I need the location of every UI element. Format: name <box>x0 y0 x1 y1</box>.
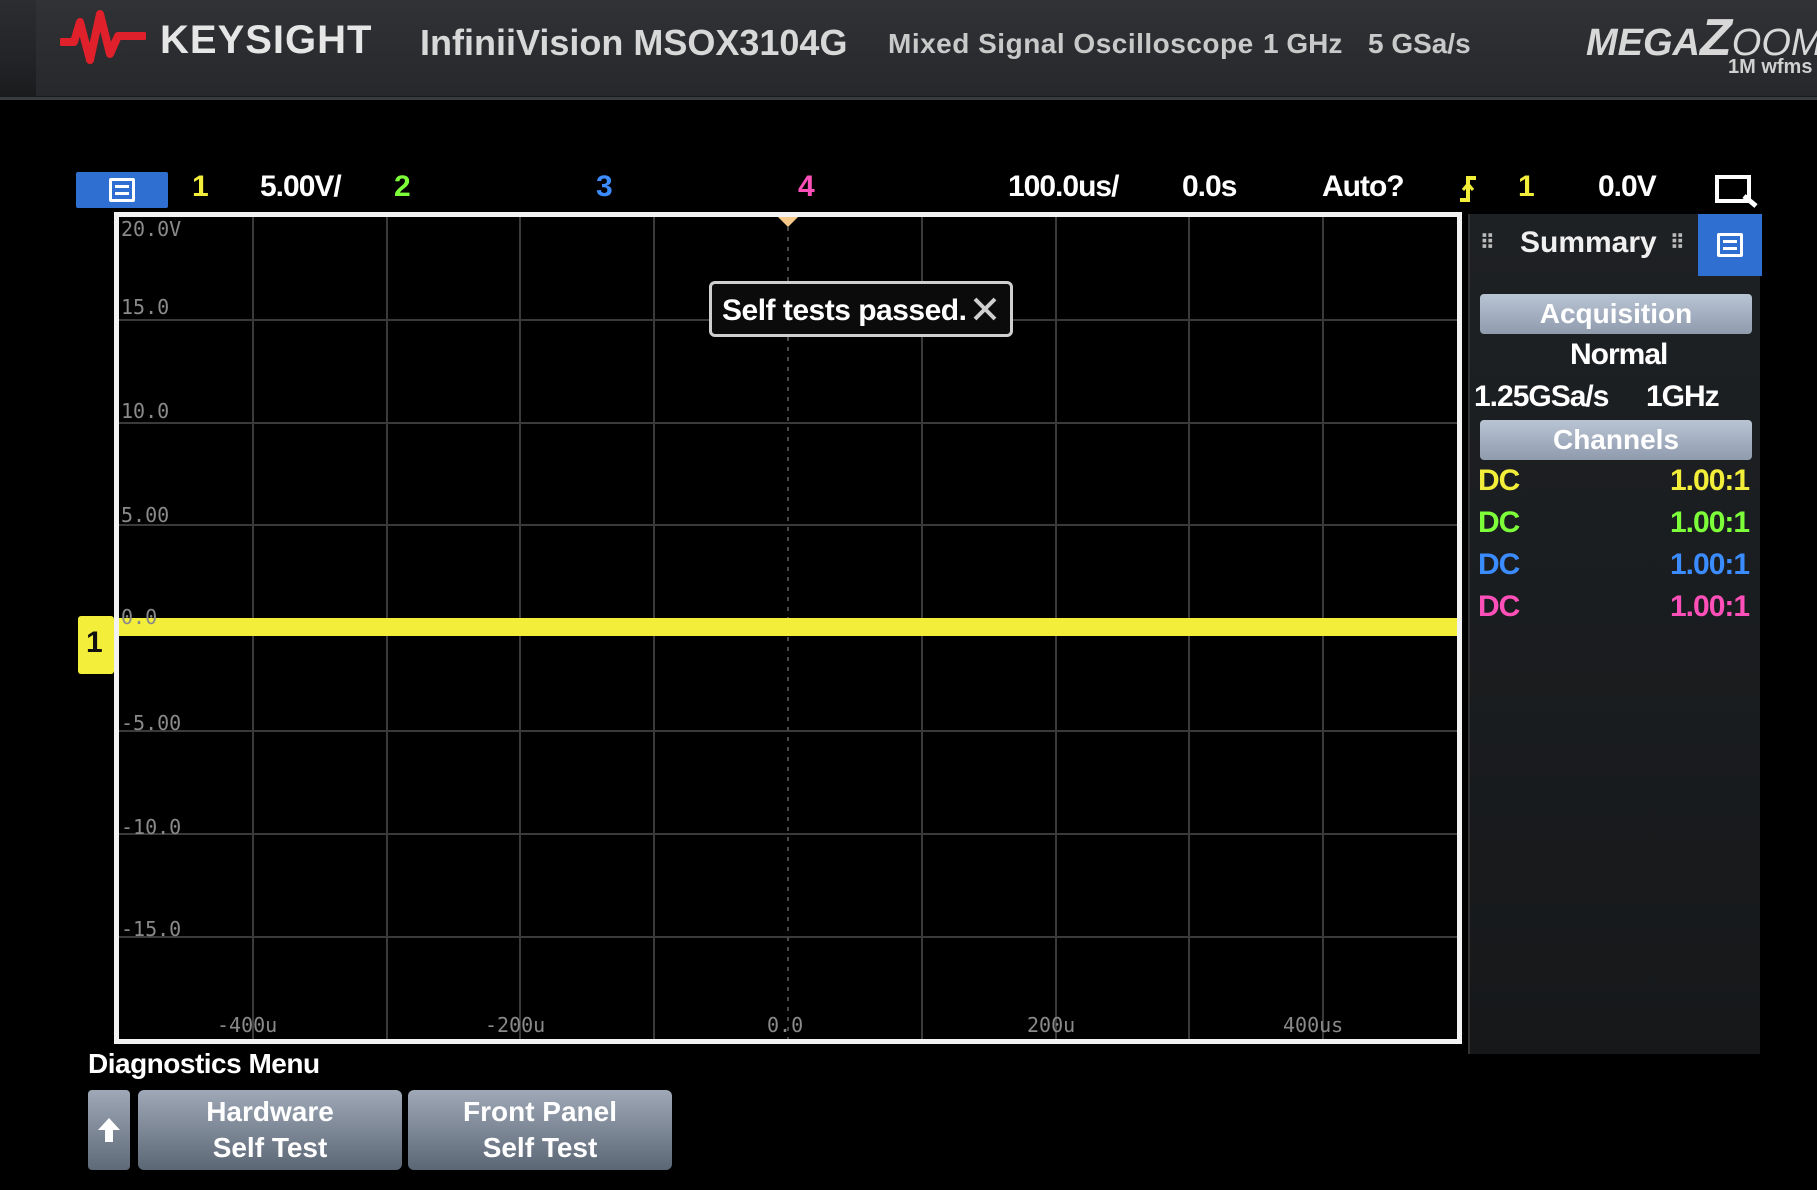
menu-up-button[interactable] <box>88 1090 130 1170</box>
trigger-level[interactable]: 0.0V <box>1598 170 1657 204</box>
acquisition-bandwidth: 1GHz <box>1646 380 1720 413</box>
acquisition-section[interactable]: Acquisition <box>1480 294 1752 334</box>
channel-4-label[interactable]: 4 <box>798 170 815 204</box>
megazoom-text: MEGA <box>1586 22 1700 64</box>
acquisition-mode: Normal <box>1570 338 1668 371</box>
model-name: InfiniiVision MSOX3104G <box>420 22 848 63</box>
zoom-icon[interactable] <box>1714 174 1758 208</box>
keysight-logo-icon <box>60 10 146 64</box>
up-arrow-icon <box>98 1118 120 1142</box>
model-description: Mixed Signal Oscilloscope <box>888 28 1254 59</box>
menu-icon <box>1717 233 1743 257</box>
megazoom-sub: 1M wfms <box>1728 56 1813 78</box>
hardware-self-test-line1: Hardware <box>206 1096 334 1127</box>
front-panel-self-test-line1: Front Panel <box>462 1096 617 1127</box>
front-panel-self-test-button[interactable]: Front Panel Self Test <box>408 1090 672 1170</box>
y-label: 0.0 <box>121 605 158 629</box>
main-menu-button[interactable] <box>76 172 168 208</box>
menu-icon <box>109 178 135 202</box>
y-label: 15.0 <box>121 295 170 319</box>
close-icon[interactable] <box>968 292 1002 326</box>
drag-grip-icon[interactable]: ⠿ <box>1670 230 1685 255</box>
x-label: -200u <box>485 1013 546 1037</box>
ground-marker-label: 1 <box>86 626 103 659</box>
channel-1-scale[interactable]: 5.00V/ <box>260 170 342 204</box>
time-scale[interactable]: 100.0us/ <box>1008 170 1119 204</box>
y-label: -10.0 <box>121 815 182 839</box>
ch2-probe: 1.00:1 <box>1670 506 1750 539</box>
scope-screen: 1 5.00V/ 2 3 4 100.0us/ 0.0s Auto? 1 0.0… <box>74 168 1764 1178</box>
x-label: 200u <box>1027 1013 1076 1037</box>
diagnostics-menu-title: Diagnostics Menu <box>88 1048 320 1079</box>
x-label: 0.0 <box>767 1013 804 1037</box>
sample-rate-spec: 5 GSa/s <box>1368 28 1471 59</box>
trigger-edge-icon <box>1460 176 1476 202</box>
channel-1-label[interactable]: 1 <box>192 170 209 204</box>
ch1-coupling: DC <box>1478 464 1520 497</box>
ch4-probe: 1.00:1 <box>1670 590 1750 623</box>
ch3-coupling: DC <box>1478 548 1520 581</box>
ch2-coupling: DC <box>1478 506 1520 539</box>
bandwidth-spec: 1 GHz <box>1263 28 1343 59</box>
channel-3-label[interactable]: 3 <box>596 170 613 204</box>
toast-message: Self tests passed. <box>722 294 967 327</box>
waveform-graticule[interactable]: 20.0V 15.0 10.0 5.00 0.0 -5.00 -10.0 -15… <box>114 212 1462 1044</box>
y-label: 10.0 <box>121 399 170 423</box>
summary-header: ⠿ Summary ⠿ <box>1470 214 1762 276</box>
channel-1-ground-marker[interactable]: 1 <box>78 616 114 674</box>
summary-panel: ⠿ Summary ⠿ Acquisition Normal 1.25GSa/s… <box>1468 214 1762 1054</box>
y-label: -5.00 <box>121 711 182 735</box>
channel-2-label[interactable]: 2 <box>394 170 411 204</box>
summary-menu-button[interactable] <box>1698 214 1762 276</box>
softkey-bar: Hardware Self Test Front Panel Self Test <box>88 1088 1648 1176</box>
status-bar: 1 5.00V/ 2 3 4 100.0us/ 0.0s Auto? 1 0.0… <box>74 168 1764 210</box>
ch3-probe: 1.00:1 <box>1670 548 1750 581</box>
y-label: -15.0 <box>121 917 182 941</box>
trigger-source[interactable]: 1 <box>1518 170 1535 204</box>
brand-name: KEYSIGHT <box>160 18 373 62</box>
acquisition-rate: 1.25GSa/s <box>1474 380 1609 413</box>
channels-section[interactable]: Channels <box>1480 420 1752 460</box>
x-label: 400us <box>1283 1013 1344 1037</box>
hardware-self-test-line2: Self Test <box>212 1132 328 1163</box>
ch1-probe: 1.00:1 <box>1670 464 1750 497</box>
instrument-bezel: KEYSIGHT InfiniiVision MSOX3104G Mixed S… <box>0 0 1817 100</box>
summary-title[interactable]: Summary <box>1520 226 1657 260</box>
y-label-top: 20.0V <box>121 217 182 241</box>
trigger-mode[interactable]: Auto? <box>1322 170 1405 204</box>
ch4-coupling: DC <box>1478 590 1520 623</box>
y-label: 5.00 <box>121 503 170 527</box>
drag-grip-icon[interactable]: ⠿ <box>1480 230 1495 255</box>
front-panel-self-test-line2: Self Test <box>482 1132 598 1163</box>
hardware-self-test-button[interactable]: Hardware Self Test <box>138 1090 402 1170</box>
horizontal-delay[interactable]: 0.0s <box>1182 170 1237 204</box>
x-label: -400u <box>217 1013 278 1037</box>
self-test-toast: Self tests passed. <box>709 281 1013 337</box>
grid-lines <box>119 217 1457 1039</box>
